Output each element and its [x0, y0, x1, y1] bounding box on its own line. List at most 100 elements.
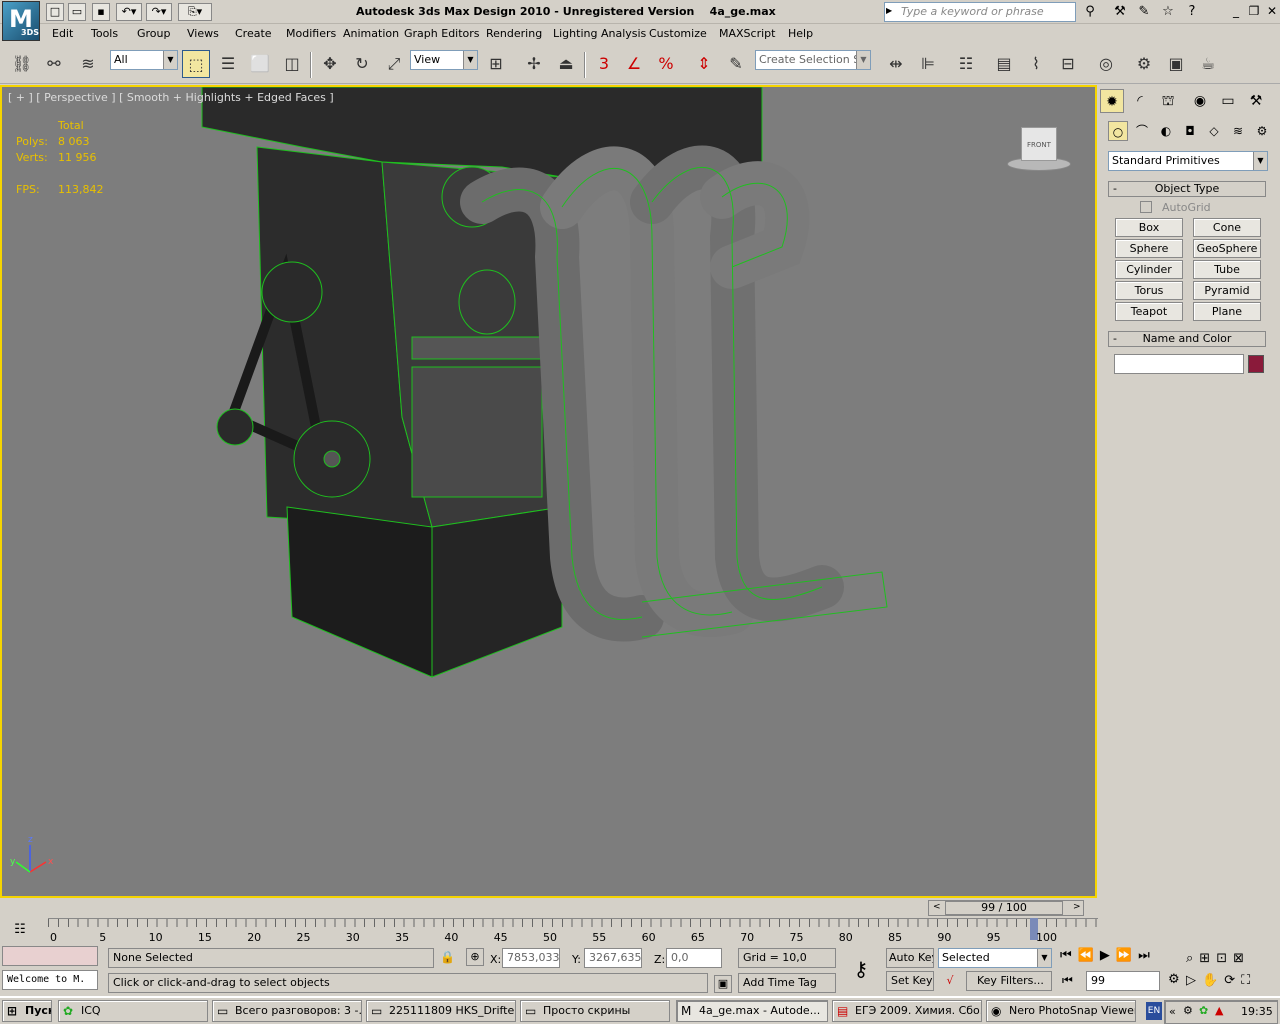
perspective-viewport[interactable]: [ + ] [ Perspective ] [ Smooth + Highlig… [0, 85, 1097, 898]
set-key-button[interactable]: Set Key [886, 971, 934, 991]
menu-maxscript[interactable]: MAXScript [719, 27, 775, 40]
default-tangent-icon[interactable]: √ [940, 972, 960, 990]
lights-icon[interactable]: ◐ [1156, 121, 1176, 141]
percent-snap-icon[interactable]: % [652, 50, 680, 78]
tray-network-icon[interactable]: ⚙ [1183, 1004, 1193, 1017]
systems-icon[interactable]: ⚙ [1252, 121, 1272, 141]
spinner-snap-icon[interactable]: ⇕ [690, 50, 718, 78]
select-and-link-icon[interactable]: ⛓ [8, 50, 36, 78]
helpers-icon[interactable]: ◇ [1204, 121, 1224, 141]
task-folder-hks[interactable]: ▭ 225111809 HKS_Drifter [366, 1000, 516, 1022]
hierarchy-tab-icon[interactable]: ⛫ [1156, 89, 1180, 113]
menu-customize[interactable]: Customize [649, 27, 707, 40]
category-dropdown[interactable]: Standard Primitives ▼ [1108, 151, 1268, 171]
menu-edit[interactable]: Edit [52, 27, 73, 40]
task-nero[interactable]: ◉ Nero PhotoSnap Viewer [986, 1000, 1136, 1022]
key-mode-toggle-icon[interactable]: ⏮ [1062, 973, 1073, 988]
torus-button[interactable]: Torus [1115, 281, 1183, 300]
minimize-icon[interactable]: _ [1228, 4, 1244, 18]
select-and-rotate-icon[interactable]: ↻ [348, 50, 376, 78]
window-crossing-icon[interactable]: ◫ [278, 50, 306, 78]
create-tab-icon[interactable]: ✹ [1100, 89, 1124, 113]
select-and-manipulate-icon[interactable]: ✢ [520, 50, 548, 78]
angle-snap-icon[interactable]: ∠ [620, 50, 648, 78]
maxscript-listener-input[interactable] [2, 946, 98, 966]
autogrid-checkbox[interactable] [1140, 201, 1152, 213]
menu-tools[interactable]: Tools [91, 27, 118, 40]
utilities-tab-icon[interactable]: ⚒ [1244, 89, 1268, 113]
reference-coordinate-dropdown[interactable]: View ▼ [410, 50, 478, 70]
next-frame-icon[interactable]: ⏩ [1116, 948, 1138, 963]
search-expand-icon[interactable]: ▶ [886, 6, 892, 15]
zoom-extents-icon[interactable]: ⊡ [1216, 951, 1233, 966]
select-object-icon[interactable]: ⬚ [182, 50, 210, 78]
binoculars-icon[interactable]: ⚲ [1080, 3, 1100, 21]
zoom-icon[interactable]: ⌕ [1186, 951, 1199, 966]
viewport-label[interactable]: [ + ] [ Perspective ] [ Smooth + Highlig… [8, 91, 334, 104]
render-setup-icon[interactable]: ⚙ [1130, 50, 1158, 78]
modify-tab-icon[interactable]: ◜ [1128, 89, 1152, 113]
task-3dsmax[interactable]: M 4a_ge.max - Autode... [676, 1000, 828, 1022]
bind-space-warp-icon[interactable]: ≋ [74, 50, 102, 78]
undo-icon[interactable]: ↶▾ [116, 3, 142, 21]
communication-center-icon[interactable]: ⚒ [1110, 3, 1130, 21]
space-warps-icon[interactable]: ≋ [1228, 121, 1248, 141]
select-by-name-icon[interactable]: ☰ [214, 50, 242, 78]
tray-antivirus-icon[interactable]: ▲ [1215, 1004, 1223, 1017]
go-to-start-icon[interactable]: ⏮ [1060, 948, 1078, 963]
app-logo-button[interactable]: M 3DS [2, 1, 40, 41]
material-editor-icon[interactable]: ◎ [1092, 50, 1120, 78]
absolute-mode-icon[interactable]: ⊕ [466, 948, 484, 966]
menu-graph-editors[interactable]: Graph Editors [404, 27, 480, 40]
mini-curve-editor-icon[interactable]: ☷ [8, 922, 32, 940]
task-folder-screens[interactable]: ▭ Просто скрины [520, 1000, 670, 1022]
schematic-view-icon[interactable]: ⊟ [1054, 50, 1082, 78]
menu-views[interactable]: Views [187, 27, 219, 40]
geosphere-button[interactable]: GeoSphere [1193, 239, 1261, 258]
open-file-icon[interactable]: ▭ [68, 3, 86, 21]
slider-right-icon[interactable]: > [1073, 902, 1081, 912]
x-coordinate-input[interactable]: 7853,033 [502, 948, 560, 968]
key-mode-dropdown[interactable]: Selected ▼ [938, 948, 1052, 968]
menu-help[interactable]: Help [788, 27, 813, 40]
set-key-icon[interactable]: ⚷ [846, 954, 876, 984]
mirror-icon[interactable]: ⇹ [882, 50, 910, 78]
pan-icon[interactable]: ✋ [1202, 973, 1224, 988]
object-name-input[interactable] [1114, 354, 1244, 374]
rectangular-selection-icon[interactable]: ⬜ [246, 50, 274, 78]
z-coordinate-input[interactable]: 0,0 [666, 948, 722, 968]
select-and-scale-icon[interactable]: ⤢ [380, 50, 408, 78]
favorites-icon[interactable]: ☆ [1158, 3, 1178, 21]
menu-create[interactable]: Create [235, 27, 272, 40]
help-icon[interactable]: ? [1182, 3, 1202, 21]
align-icon[interactable]: ⊫ [914, 50, 942, 78]
display-tab-icon[interactable]: ▭ [1216, 89, 1240, 113]
maxscript-output[interactable]: Welcome to M. [2, 970, 98, 990]
task-icq[interactable]: ✿ ICQ [58, 1000, 208, 1022]
keyboard-shortcut-override-icon[interactable]: ⏏ [552, 50, 580, 78]
curve-editor-icon[interactable]: ⌇ [1022, 50, 1050, 78]
lock-selection-icon[interactable]: 🔒 [440, 950, 455, 964]
tube-button[interactable]: Tube [1193, 260, 1261, 279]
go-to-end-icon[interactable]: ⏭ [1138, 948, 1156, 963]
rendered-frame-window-icon[interactable]: ▣ [1162, 50, 1190, 78]
ribbon-icon[interactable]: ▤ [990, 50, 1018, 78]
cone-button[interactable]: Cone [1193, 218, 1261, 237]
select-and-move-icon[interactable]: ✥ [316, 50, 344, 78]
cameras-icon[interactable]: ◘ [1180, 121, 1200, 141]
slider-left-icon[interactable]: < [933, 902, 941, 912]
key-filters-button[interactable]: Key Filters... [966, 971, 1052, 991]
name-and-color-rollout[interactable]: - Name and Color [1108, 331, 1266, 347]
task-pdf[interactable]: ▤ ЕГЭ 2009. Химия. Сбо... [832, 1000, 982, 1022]
search-input[interactable]: Type a keyword or phrase [884, 2, 1076, 22]
new-file-icon[interactable]: □ [46, 3, 64, 21]
object-type-rollout[interactable]: - Object Type [1108, 181, 1266, 197]
edit-named-selection-icon[interactable]: ✎ [722, 50, 750, 78]
plane-button[interactable]: Plane [1193, 302, 1261, 321]
y-coordinate-input[interactable]: 3267,635 [584, 948, 642, 968]
current-frame-input[interactable]: 99 [1086, 971, 1160, 991]
viewcube-face[interactable]: FRONT [1021, 127, 1057, 161]
time-slider-label[interactable]: 99 / 100 [945, 901, 1063, 915]
menu-modifiers[interactable]: Modifiers [286, 27, 336, 40]
zoom-extents-all-icon[interactable]: ⊠ [1233, 951, 1250, 966]
